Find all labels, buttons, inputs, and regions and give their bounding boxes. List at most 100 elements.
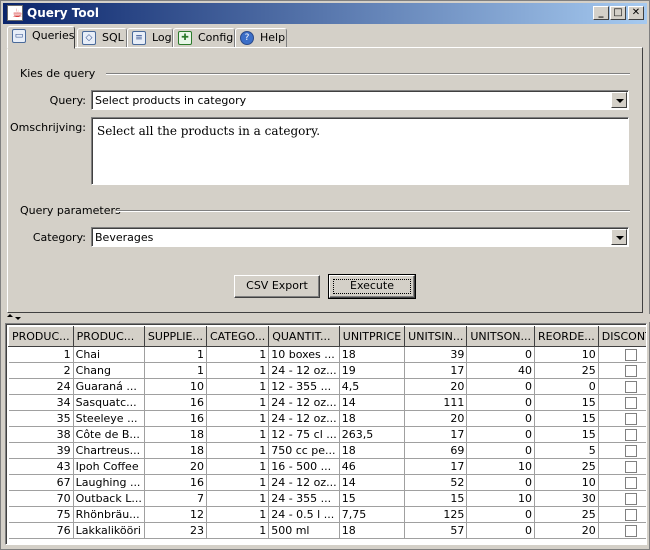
discontinued-checkbox[interactable]: [625, 445, 638, 457]
discontinued-cell[interactable]: [598, 362, 646, 379]
table-row[interactable]: 67 Laughing ... 16 1 24 - 12 oz... 14 52 0 10: [8, 474, 646, 491]
table-cell[interactable]: 1: [206, 362, 270, 379]
expand-down-icon[interactable]: [15, 317, 21, 320]
table-cell[interactable]: 1: [206, 410, 270, 427]
table-cell[interactable]: 57: [404, 522, 468, 539]
table-cell[interactable]: 10 boxes ...: [268, 346, 340, 363]
table-row[interactable]: 2 Chang 1 1 24 - 12 oz... 19 17 40 25: [8, 362, 646, 379]
table-row[interactable]: 38 Côte de B... 18 1 12 - 75 cl ... 263,5 17 0 1…: [8, 426, 646, 443]
table-cell[interactable]: 24 - 0.5 l ...: [268, 506, 340, 523]
discontinued-checkbox[interactable]: [625, 461, 638, 473]
discontinued-checkbox[interactable]: [625, 349, 638, 361]
table-cell[interactable]: 35: [8, 410, 74, 427]
table-cell[interactable]: 15: [339, 490, 406, 507]
table-cell[interactable]: 0: [466, 346, 535, 363]
table-cell[interactable]: 52: [404, 474, 468, 491]
table-cell[interactable]: 17: [404, 362, 468, 379]
table-cell[interactable]: 34: [8, 394, 74, 411]
table-cell[interactable]: 18: [144, 426, 207, 443]
discontinued-cell[interactable]: [598, 522, 646, 539]
tab-queries[interactable]: ▭ Queries: [7, 26, 75, 49]
discontinued-cell[interactable]: [598, 458, 646, 475]
table-cell[interactable]: 1: [206, 474, 270, 491]
table-cell[interactable]: 0: [466, 522, 535, 539]
table-cell[interactable]: 0: [466, 506, 535, 523]
table-cell[interactable]: Lakkalikööri: [73, 522, 145, 539]
table-cell[interactable]: 1: [206, 394, 270, 411]
table-cell[interactable]: 111: [404, 394, 468, 411]
discontinued-checkbox[interactable]: [625, 525, 638, 537]
discontinued-checkbox[interactable]: [625, 381, 638, 393]
table-cell[interactable]: 24 - 12 oz...: [268, 474, 340, 491]
table-cell[interactable]: 18: [339, 442, 406, 459]
table-cell[interactable]: 46: [339, 458, 406, 475]
table-cell[interactable]: 15: [404, 490, 468, 507]
discontinued-cell[interactable]: [598, 506, 646, 523]
table-cell[interactable]: 0: [466, 426, 535, 443]
close-button[interactable]: ✕: [628, 6, 644, 20]
table-cell[interactable]: Rhönbräu...: [73, 506, 145, 523]
table-cell[interactable]: Chang: [73, 362, 145, 379]
table-cell[interactable]: 1: [206, 522, 270, 539]
tab-log[interactable]: ≡ Log: [127, 28, 173, 48]
table-cell[interactable]: 1: [206, 426, 270, 443]
table-row[interactable]: 24 Guaraná ... 10 1 12 - 355 ... 4,5 20 0 0: [8, 378, 646, 395]
table-cell[interactable]: 0: [466, 378, 535, 395]
table-cell[interactable]: 15: [534, 410, 599, 427]
results-table-container[interactable]: PRODUC... PRODUC... SUPPLIE... CATEGO... QUA…: [5, 323, 647, 545]
table-cell[interactable]: 0: [466, 394, 535, 411]
column-header[interactable]: DISCONT...: [597, 326, 646, 347]
table-cell[interactable]: 10: [144, 378, 207, 395]
table-cell[interactable]: 10: [534, 346, 599, 363]
table-cell[interactable]: 14: [339, 394, 406, 411]
table-cell[interactable]: 15: [534, 426, 599, 443]
table-cell[interactable]: 750 cc pe...: [268, 442, 340, 459]
discontinued-cell[interactable]: [598, 346, 646, 363]
table-cell[interactable]: 25: [534, 362, 599, 379]
discontinued-checkbox[interactable]: [625, 477, 638, 489]
table-cell[interactable]: 69: [404, 442, 468, 459]
table-cell[interactable]: 10: [466, 458, 535, 475]
description-textarea[interactable]: Select all the products in a category.: [91, 117, 629, 185]
minimize-button[interactable]: _: [593, 6, 609, 20]
table-row[interactable]: 76 Lakkalikööri 23 1 500 ml 18 57 0 20: [8, 522, 646, 539]
execute-button[interactable]: Execute: [328, 274, 416, 299]
discontinued-cell[interactable]: [598, 378, 646, 395]
table-cell[interactable]: 17: [404, 458, 468, 475]
table-cell[interactable]: 1: [206, 442, 270, 459]
table-cell[interactable]: 43: [8, 458, 74, 475]
split-pane-divider[interactable]: [1, 314, 650, 322]
table-cell[interactable]: 30: [534, 490, 599, 507]
discontinued-cell[interactable]: [598, 442, 646, 459]
table-cell[interactable]: 16 - 500 ...: [268, 458, 340, 475]
table-cell[interactable]: 12 - 355 ...: [268, 378, 340, 395]
discontinued-cell[interactable]: [598, 426, 646, 443]
category-select[interactable]: Beverages: [91, 227, 629, 247]
collapse-up-icon[interactable]: [7, 314, 13, 317]
column-header[interactable]: UNITSIN...: [404, 326, 468, 347]
table-cell[interactable]: 10: [466, 490, 535, 507]
title-bar[interactable]: ☕ Query Tool _ □ ✕: [3, 3, 647, 24]
table-cell[interactable]: 16: [144, 410, 207, 427]
table-cell[interactable]: Chai: [73, 346, 145, 363]
table-cell[interactable]: 20: [534, 522, 599, 539]
table-cell[interactable]: 14: [339, 474, 406, 491]
column-header[interactable]: PRODUC...: [8, 326, 74, 347]
tab-sql[interactable]: ◇ SQL: [77, 28, 127, 48]
table-row[interactable]: 43 Ipoh Coffee 20 1 16 - 500 ... 46 17 10 25: [8, 458, 646, 475]
table-cell[interactable]: 1: [8, 346, 74, 363]
column-header[interactable]: QUANTIT...: [268, 326, 340, 347]
table-cell[interactable]: 70: [8, 490, 74, 507]
table-row[interactable]: 75 Rhönbräu... 12 1 24 - 0.5 l ... 7,75 125 0 25: [8, 506, 646, 523]
column-header[interactable]: REORDE...: [533, 326, 599, 347]
table-cell[interactable]: 75: [8, 506, 74, 523]
table-cell[interactable]: 1: [206, 506, 270, 523]
table-cell[interactable]: 12 - 75 cl ...: [268, 426, 340, 443]
table-row[interactable]: 1 Chai 1 1 10 boxes ... 18 39 0 10: [8, 346, 646, 363]
table-cell[interactable]: 1: [206, 458, 270, 475]
query-select[interactable]: Select products in category: [91, 90, 629, 110]
table-row[interactable]: 39 Chartreus... 18 1 750 cc pe... 18 69 0 5: [8, 442, 646, 459]
table-cell[interactable]: 20: [404, 378, 468, 395]
table-cell[interactable]: 67: [8, 474, 74, 491]
table-cell[interactable]: 0: [466, 474, 535, 491]
